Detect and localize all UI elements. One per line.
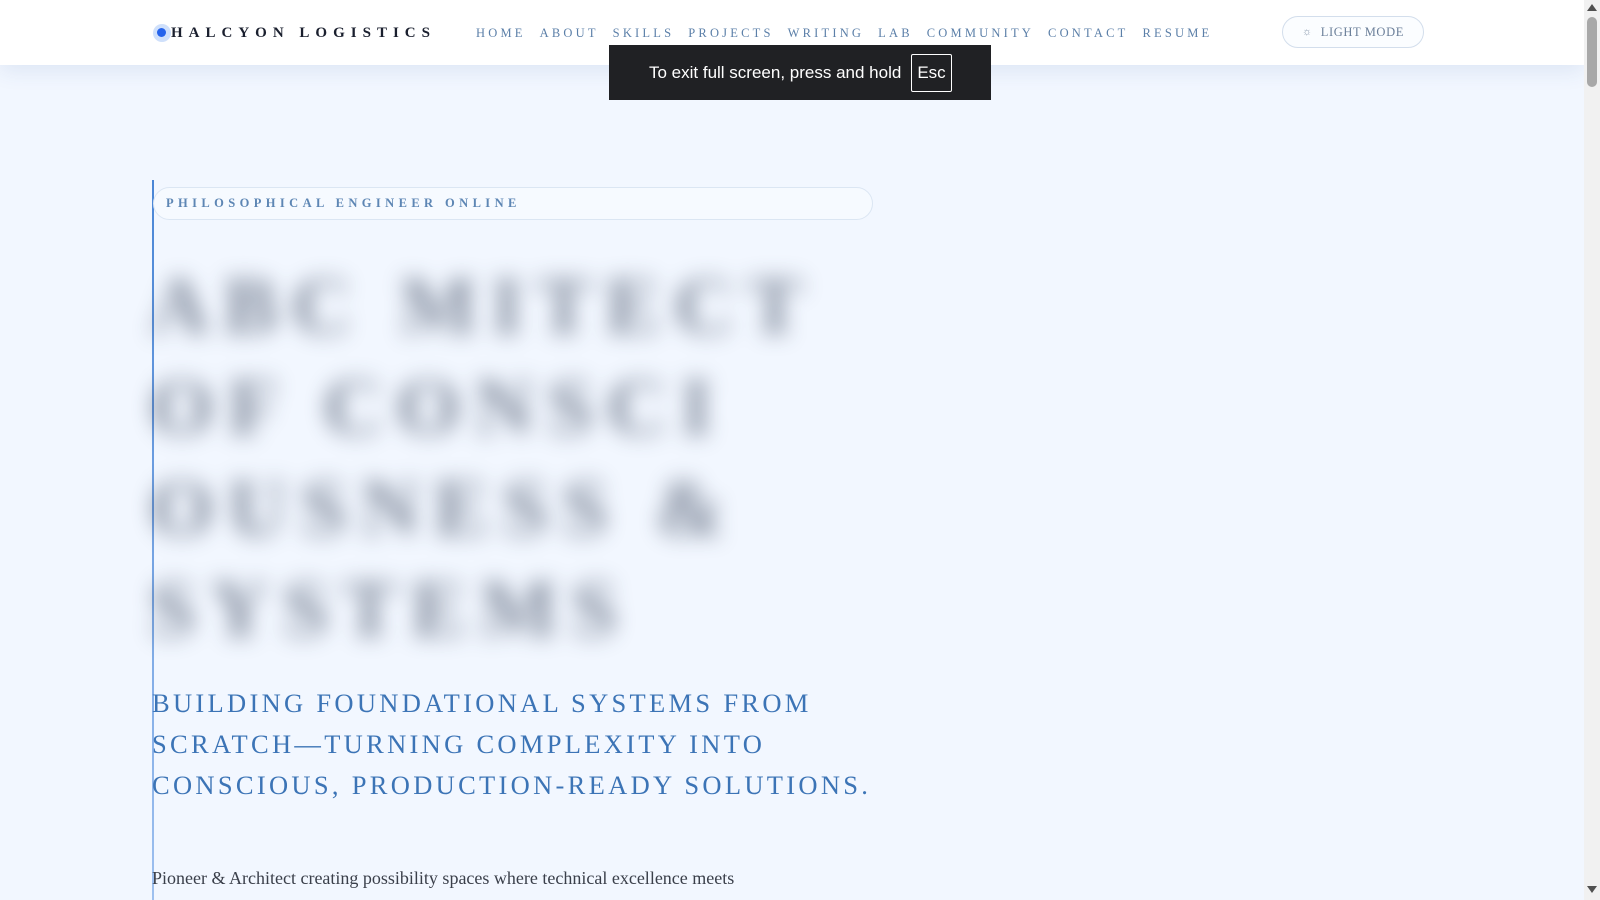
scrollbar-thumb[interactable] xyxy=(1587,17,1597,87)
sun-icon: ☼ xyxy=(1302,26,1313,38)
hero-tagline-badge: PHILOSOPHICAL ENGINEER ONLINE xyxy=(153,187,873,220)
esc-key-hint: Esc xyxy=(911,53,952,92)
page-scrollbar[interactable] xyxy=(1584,0,1600,900)
nav-lab[interactable]: LAB xyxy=(878,26,913,41)
scroll-down-arrow-icon[interactable] xyxy=(1587,886,1597,893)
nav-home[interactable]: HOME xyxy=(476,26,526,41)
hero-subtitle: BUILDING FOUNDATIONAL SYSTEMS FROM SCRAT… xyxy=(152,688,872,800)
hero-heading-blurred: ABC MITECT OF CONSCI OUSNESS & SYSTEMS xyxy=(150,260,817,654)
nav-contact[interactable]: CONTACT xyxy=(1048,26,1128,41)
fullscreen-exit-notice: To exit full screen, press and hold Esc xyxy=(609,45,991,100)
light-mode-label: LIGHT MODE xyxy=(1320,24,1404,39)
fullscreen-notice-text: To exit full screen, press and hold xyxy=(649,62,902,82)
nav-about[interactable]: ABOUT xyxy=(540,26,599,41)
main-nav: HOME ABOUT SKILLS PROJECTS WRITING LAB C… xyxy=(476,26,1226,41)
hero-intro-text: Pioneer & Architect creating possibility… xyxy=(152,868,735,888)
brand-logo-dot-icon xyxy=(153,24,171,42)
light-mode-toggle-button[interactable]: ☼ LIGHT MODE xyxy=(1282,16,1424,48)
scroll-up-arrow-icon[interactable] xyxy=(1587,4,1597,11)
nav-resume[interactable]: RESUME xyxy=(1142,26,1212,41)
brand-name: HALCYON LOGISTICS xyxy=(171,24,436,41)
nav-community[interactable]: COMMUNITY xyxy=(927,26,1034,41)
nav-writing[interactable]: WRITING xyxy=(788,26,865,41)
nav-projects[interactable]: PROJECTS xyxy=(688,26,773,41)
brand[interactable]: HALCYON LOGISTICS xyxy=(153,23,436,43)
nav-skills[interactable]: SKILLS xyxy=(613,26,675,41)
